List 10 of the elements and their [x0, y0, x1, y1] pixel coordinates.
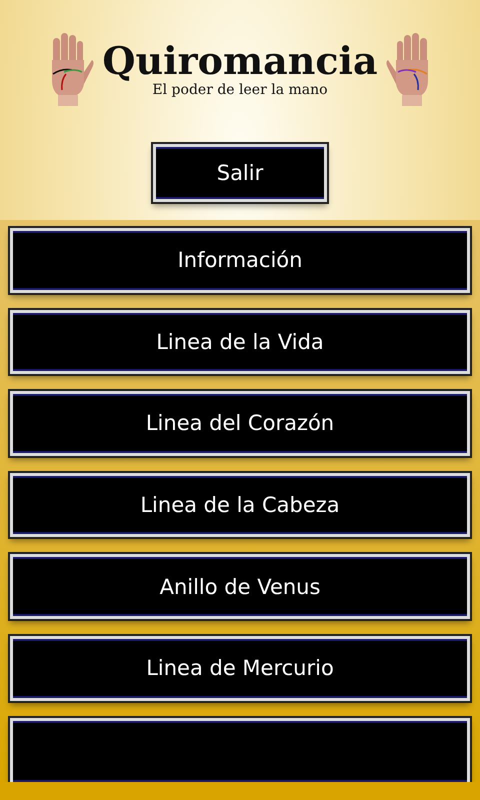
app-title: Quiromancia [102, 40, 378, 82]
exit-button[interactable]: Salir [153, 144, 327, 202]
app-subtitle: El poder de leer la mano [152, 82, 328, 98]
menu-button[interactable] [10, 718, 470, 782]
menu-button[interactable]: Linea del Corazón [10, 391, 470, 456]
menu-button[interactable]: Linea de la Cabeza [10, 472, 470, 538]
menu-button[interactable]: Linea de Mercurio [10, 636, 470, 701]
menu-button[interactable]: Anillo de Venus [10, 554, 470, 619]
menu-button[interactable]: Información [10, 228, 470, 293]
menu-button[interactable]: Linea de la Vida [10, 310, 470, 374]
